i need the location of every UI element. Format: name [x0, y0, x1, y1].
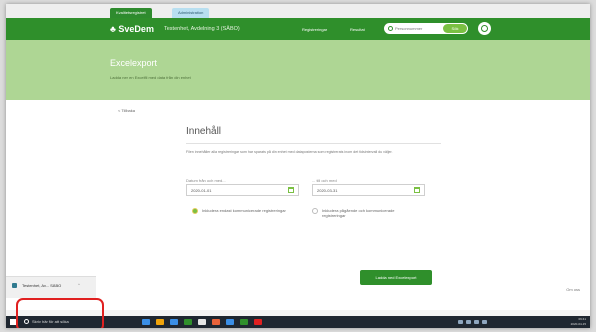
user-menu-button[interactable] — [478, 22, 491, 35]
search-icon — [388, 26, 393, 31]
date-to-value: 2020-03-31 — [317, 188, 338, 193]
chevron-up-icon[interactable]: ^ — [78, 282, 80, 287]
volume-icon[interactable] — [466, 320, 471, 324]
taskbar-app-icon-2[interactable] — [156, 319, 164, 325]
page-title: Excelexport — [110, 58, 158, 68]
browser-window: Kvalitetsregistret Administration ♣ SveD… — [6, 4, 590, 328]
search-placeholder: Personnummer — [395, 26, 423, 31]
notification-text: Testenhet, Av... SÄBO — [22, 283, 62, 288]
top-navigation-bar: ♣ SveDem Testenhet, Avdelning 3 (SÄBO) R… — [6, 18, 590, 40]
date-from-value: 2020-01-01 — [191, 188, 212, 193]
system-tray — [458, 320, 487, 324]
notification-icon[interactable] — [482, 320, 487, 324]
unit-context: Testenhet, Avdelning 3 (SÄBO) — [164, 26, 240, 32]
search-button[interactable]: Sök — [443, 24, 467, 33]
nav-registreringar[interactable]: Registreringar — [302, 27, 327, 32]
date-to-field[interactable]: 2020-03-31 — [312, 184, 425, 196]
taskbar-app-icon-5[interactable] — [198, 319, 206, 325]
clock-date: 2020-04-15 — [570, 322, 586, 326]
back-link[interactable]: < Tillbaka — [118, 108, 135, 113]
taskbar-app-icon-9[interactable] — [254, 319, 262, 325]
taskbar-app-icon-3[interactable] — [170, 319, 178, 325]
browser-tab-strip: Kvalitetsregistret Administration — [6, 4, 590, 18]
logo-text: SveDem — [118, 24, 154, 34]
radio-only-communicated[interactable] — [192, 208, 198, 214]
section-divider — [186, 143, 441, 144]
app-icon — [12, 283, 17, 288]
date-to-label: ... till och med — [312, 178, 337, 183]
taskbar-clock[interactable]: 09:41 2020-04-15 — [571, 317, 586, 327]
window-notification[interactable]: Testenhet, Av... SÄBO ^ — [6, 276, 96, 298]
personnummer-search[interactable]: Personnummer Sök — [384, 23, 468, 34]
date-from-label: Datum från och med... — [186, 178, 226, 183]
user-icon — [481, 25, 488, 32]
page-header-banner: Excelexport Ladda ner en Excelfil med da… — [6, 40, 590, 100]
section-description: Filen innehåller alla registreringar som… — [186, 150, 393, 154]
calendar-icon[interactable] — [288, 187, 294, 193]
network-icon[interactable] — [458, 320, 463, 324]
web-page: ♣ SveDem Testenhet, Avdelning 3 (SÄBO) R… — [6, 18, 590, 310]
section-title: Innehåll — [186, 126, 222, 137]
battery-icon[interactable] — [474, 320, 479, 324]
tab-kvalitetsregistret[interactable]: Kvalitetsregistret — [110, 8, 152, 18]
radio-only-communicated-label[interactable]: Inkludera endast kommunicerade registrer… — [202, 208, 294, 213]
tab-administration[interactable]: Administration — [172, 8, 210, 18]
taskbar-app-icon-6[interactable] — [212, 319, 220, 325]
taskbar-app-icons — [142, 319, 262, 325]
footer-about-link[interactable]: Om oss — [566, 287, 580, 292]
nav-resultat[interactable]: Resultat — [350, 27, 365, 32]
taskbar-app-icon-4[interactable] — [184, 319, 192, 325]
taskbar-app-icon-8[interactable] — [240, 319, 248, 325]
taskbar-app-icon-7[interactable] — [226, 319, 234, 325]
page-subtitle: Ladda ner en Excelfil med data från din … — [110, 75, 191, 80]
download-excel-export-button[interactable]: Ladda ned Excelexport — [360, 270, 432, 285]
date-from-field[interactable]: 2020-01-01 — [186, 184, 299, 196]
taskbar-app-icon-1[interactable] — [142, 319, 150, 325]
calendar-icon[interactable] — [414, 187, 420, 193]
red-highlight-annotation — [16, 298, 104, 328]
svedem-logo[interactable]: ♣ SveDem — [110, 24, 154, 34]
radio-ongoing-and-communicated-label[interactable]: Inkludera pågående och kommunicerade reg… — [322, 208, 398, 218]
radio-ongoing-and-communicated[interactable] — [312, 208, 318, 214]
